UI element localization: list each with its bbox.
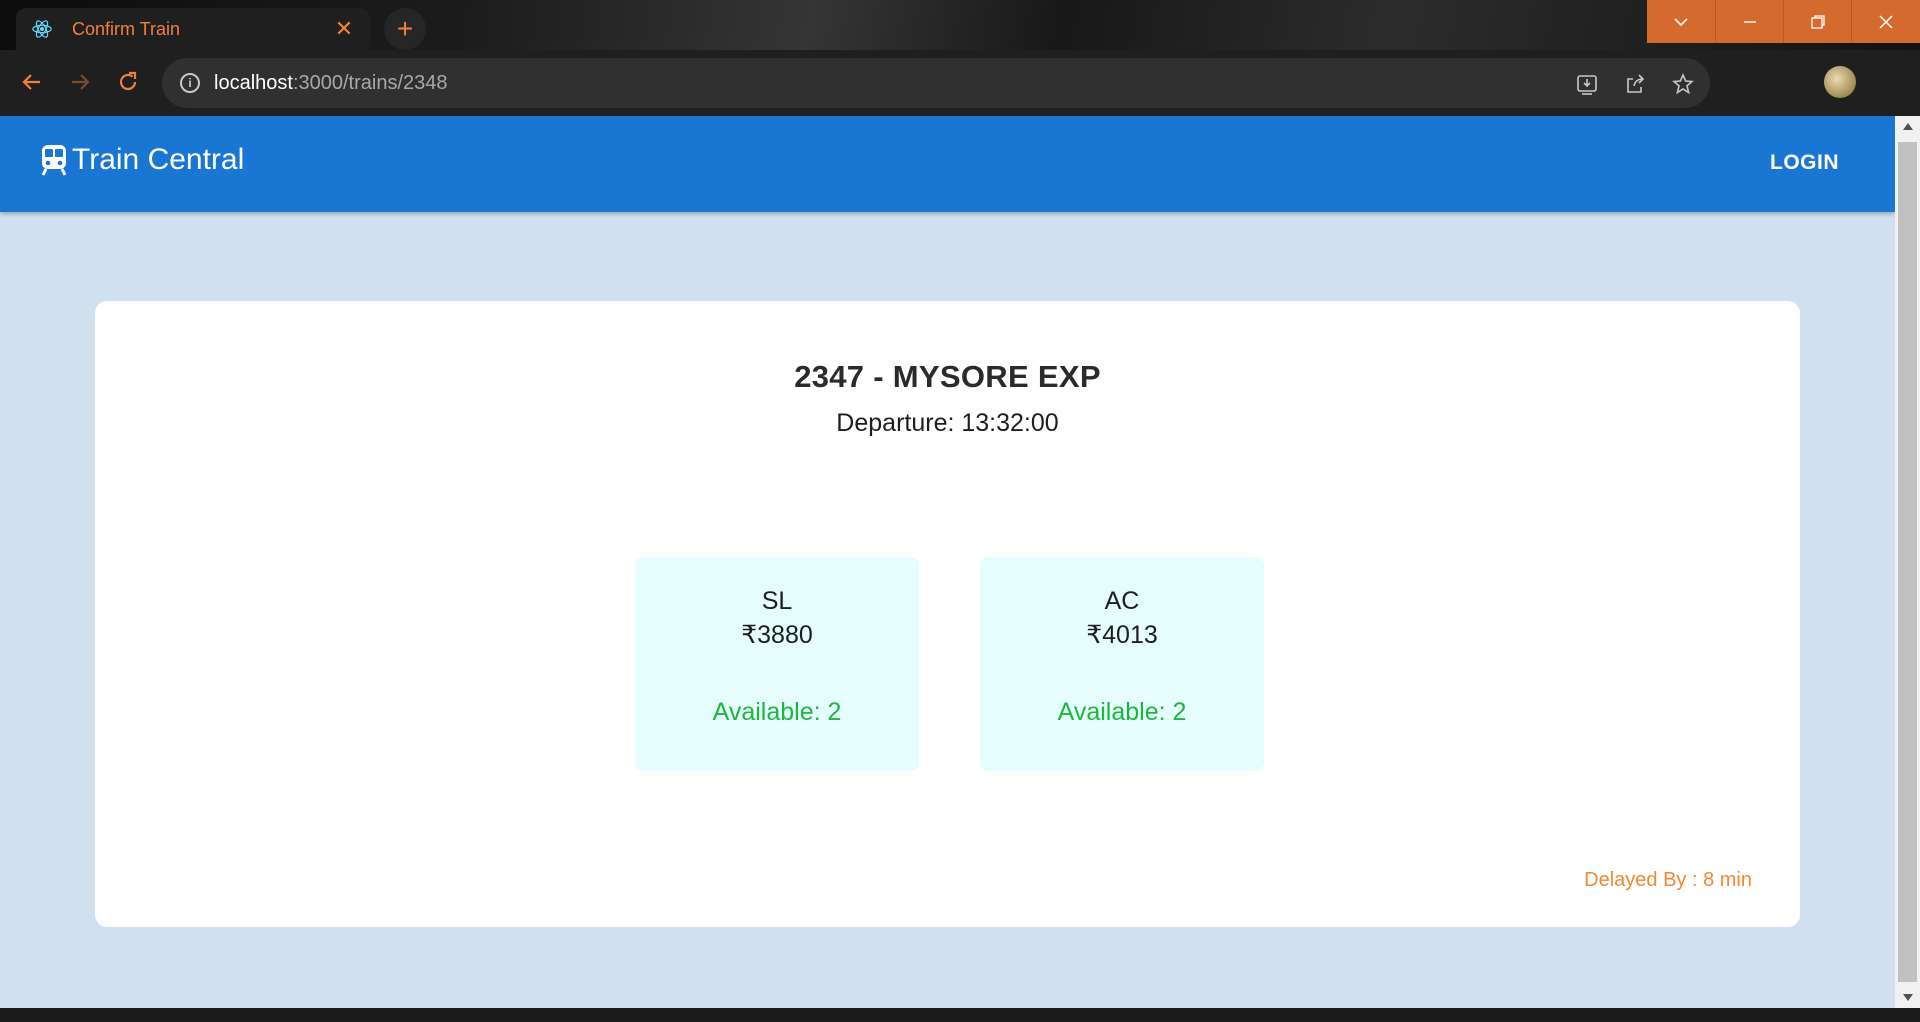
profile-avatar[interactable] <box>1824 66 1856 98</box>
install-app-icon[interactable] <box>1574 71 1600 97</box>
url-host: localhost <box>214 71 293 94</box>
share-icon[interactable] <box>1622 71 1648 97</box>
class-availability: Available: 2 <box>712 698 842 726</box>
departure-time: Departure: 13:32:00 <box>836 409 1059 437</box>
arrow-left-icon <box>22 74 40 90</box>
page-scrollbar[interactable] <box>1895 116 1920 1008</box>
reload-button[interactable] <box>110 64 146 100</box>
class-name: SL <box>761 587 793 615</box>
class-card-sl[interactable]: SL ₹3880 Available: 2 <box>635 557 919 771</box>
address-bar[interactable]: i localhost:3000/trains/2348 <box>162 58 1710 108</box>
brand-name: Train Central <box>72 143 245 176</box>
new-tab-button[interactable]: + <box>384 8 426 50</box>
brand-link[interactable]: Train Central <box>40 143 244 177</box>
minimize-button[interactable] <box>1715 0 1783 43</box>
os-taskbar <box>0 1008 1920 1022</box>
close-icon <box>1879 14 1893 29</box>
train-details-card: 2347 - MYSORE EXP Departure: 13:32:00 SL… <box>95 301 1800 927</box>
url-path: :3000/trains/2348 <box>292 71 448 94</box>
login-button[interactable]: LOGIN <box>1762 145 1847 181</box>
train-title: 2347 - MYSORE EXP <box>794 359 1101 394</box>
minimize-icon <box>1743 20 1756 23</box>
react-icon <box>30 17 54 41</box>
chevron-down-icon <box>1674 17 1688 26</box>
reload-icon <box>119 71 137 91</box>
back-button[interactable] <box>14 64 50 100</box>
train-icon <box>41 145 67 176</box>
bookmark-star-icon[interactable] <box>1670 71 1696 97</box>
close-window-button[interactable] <box>1851 0 1920 43</box>
browser-toolbar: i localhost:3000/trains/2348 <box>0 50 1920 142</box>
scroll-down-icon[interactable] <box>1895 988 1920 1008</box>
page-viewport: Train Central LOGIN 2347 - MYSORE EXP De… <box>0 116 1895 1008</box>
class-price: ₹3880 <box>741 621 813 649</box>
tab-strip: Confirm Train ✕ + <box>0 0 1920 50</box>
info-icon[interactable]: i <box>180 73 200 93</box>
class-availability: Available: 2 <box>1057 698 1187 726</box>
restore-button[interactable] <box>1783 0 1851 43</box>
forward-button[interactable] <box>62 64 98 100</box>
app-header: Train Central LOGIN <box>0 116 1895 212</box>
tab-search-button[interactable] <box>1647 0 1715 43</box>
arrow-right-icon <box>72 74 90 90</box>
scroll-thumb[interactable] <box>1898 142 1917 982</box>
restore-icon <box>1810 14 1825 29</box>
scroll-up-icon[interactable] <box>1895 116 1920 136</box>
tab-title: Confirm Train <box>72 18 181 39</box>
browser-chrome: Confirm Train ✕ + i localhost:3000/train <box>0 0 1920 142</box>
browser-tab[interactable]: Confirm Train ✕ <box>16 8 370 50</box>
class-card-ac[interactable]: AC ₹4013 Available: 2 <box>980 557 1264 771</box>
class-price: ₹4013 <box>1086 621 1158 649</box>
delay-status: Delayed By : 8 min <box>1584 869 1752 891</box>
tab-close-icon[interactable]: ✕ <box>332 16 356 42</box>
class-name: AC <box>1104 587 1140 615</box>
